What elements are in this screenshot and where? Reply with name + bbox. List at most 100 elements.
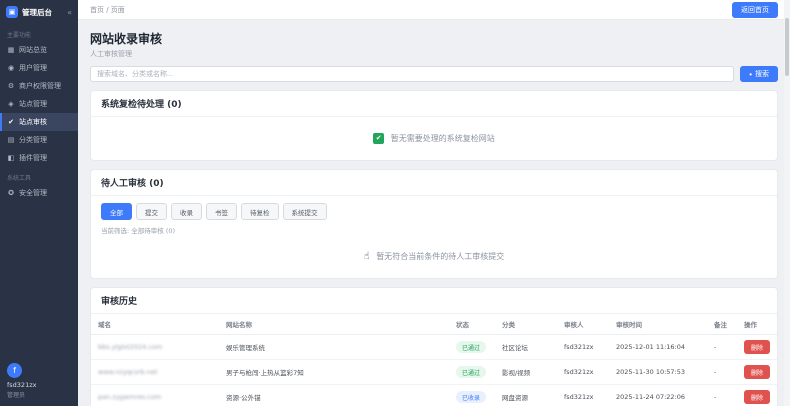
domain-cell: bbs.ylglxt2024.com xyxy=(91,335,219,360)
plugin-icon: ◧ xyxy=(7,154,15,162)
column-header: 审核人 xyxy=(557,314,609,335)
sidebar-item-users[interactable]: ◉ 用户管理 xyxy=(0,59,78,77)
sidebar-item-label: 分类管理 xyxy=(19,135,47,145)
search-input[interactable] xyxy=(90,66,734,82)
action-cell: 删除 xyxy=(737,360,777,385)
filter-note: 当前筛选: 全部待审核 (0) xyxy=(91,220,777,235)
column-header: 操作 xyxy=(737,314,777,335)
filter-tab[interactable]: 提交 xyxy=(136,203,167,220)
status-cell: 已通过 xyxy=(449,335,495,360)
sidebar-nav: 主要功能▦网站总览 ◉ 用户管理 ⚙ 商户权限管理 ◈ 站点管理 ✔站点审核 ▤ 分类管理 ◧插件管… xyxy=(0,24,78,356)
status-badge: 已收录 xyxy=(456,391,486,403)
review-time-cell: 2025-12-01 11:16:04 xyxy=(609,335,707,360)
site-name-cell: 娱乐管理系统 xyxy=(219,335,449,360)
filter-tab[interactable]: 全部 xyxy=(101,203,132,220)
status-cell: 已通过 xyxy=(449,360,495,385)
reviewer-cell: fsd321zx xyxy=(557,360,609,385)
sidebar-item-dashboard[interactable]: ▦网站总览 xyxy=(0,41,78,59)
delete-button[interactable]: 删除 xyxy=(744,365,770,379)
history-table-body: bbs.ylglxt2024.com娱乐管理系统已通过社区论坛fsd321zx2… xyxy=(91,335,777,406)
column-header: 备注 xyxy=(707,314,737,335)
category-cell: 影视/视频 xyxy=(495,360,557,385)
history-card-title: 审核历史 xyxy=(91,288,777,314)
delete-button[interactable]: 删除 xyxy=(744,390,770,404)
sidebar-item-label: 站点管理 xyxy=(19,99,47,109)
table-row: bbs.ylglxt2024.com娱乐管理系统已通过社区论坛fsd321zx2… xyxy=(91,335,777,360)
note-cell: - xyxy=(707,360,737,385)
review-time-cell: 2025-11-30 10:57:53 xyxy=(609,360,707,385)
manual-card-title: 待人工审核 (0) xyxy=(91,170,777,196)
action-cell: 删除 xyxy=(737,335,777,360)
user-role: 管理员 xyxy=(7,390,71,399)
permissions-icon: ⚙ xyxy=(7,82,15,90)
user-name: fsd321zx xyxy=(7,381,71,389)
sidebar-item-audit[interactable]: ✔站点审核 xyxy=(0,113,78,131)
sidebar-item-category[interactable]: ▤ 分类管理 xyxy=(0,131,78,149)
main-area: 首页 / 页面 返回首页 网站收录审核 人工审核管理 • 搜索 系统复检待处理 … xyxy=(78,0,790,406)
status-cell: 已收录 xyxy=(449,385,495,406)
filter-tab[interactable]: 书签 xyxy=(206,203,237,220)
check-icon: ✔ xyxy=(373,133,384,144)
app-window: ▣ 管理后台 « 主要功能▦网站总览 ◉ 用户管理 ⚙ 商户权限管理 ◈ 站点管理 ✔站点审核… xyxy=(0,0,790,406)
sidebar-item-label: 安全管理 xyxy=(19,188,47,198)
site-name-cell: 男子与枪闯·上热从篮彩7知 xyxy=(219,360,449,385)
manual-empty-state: ☝ 暂无符合当前条件的待人工审核提交 xyxy=(91,235,777,278)
site-name-cell: 资源·公外锚 xyxy=(219,385,449,406)
breadcrumb[interactable]: 首页 / 页面 xyxy=(90,5,125,15)
table-row: pan.zygwmres.com资源·公外锚已收录网盘资源fsd321zx202… xyxy=(91,385,777,406)
table-row: www.nzyqcsrb.net 男子与枪闯·上热从篮彩7知已通过影视/视频fsd… xyxy=(91,360,777,385)
recheck-card-title: 系统复检待处理 (0) xyxy=(91,91,777,117)
recheck-empty-text: 暂无需要处理的系统复检网站 xyxy=(391,134,495,143)
avatar: f xyxy=(7,363,22,378)
filter-tab[interactable]: 收录 xyxy=(171,203,202,220)
users-icon: ◉ xyxy=(7,64,15,72)
security-icon: ✪ xyxy=(7,189,15,197)
column-header: 审核时间 xyxy=(609,314,707,335)
history-table: 域名网站名称状态分类审核人审核时间备注操作 bbs.ylglxt2024.com… xyxy=(91,314,777,406)
topbar: 首页 / 页面 返回首页 xyxy=(78,0,790,20)
audit-icon: ✔ xyxy=(7,118,15,126)
search-button-label: 搜索 xyxy=(755,69,769,79)
manual-review-card: 待人工审核 (0) 全部提交收录书签待复检系统提交 当前筛选: 全部待审核 (0… xyxy=(90,169,778,279)
sidebar-item-label: 商户权限管理 xyxy=(19,81,61,91)
sidebar-item-permissions[interactable]: ⚙ 商户权限管理 xyxy=(0,77,78,95)
search-button[interactable]: • 搜索 xyxy=(740,66,778,82)
recheck-empty-state: ✔ 暂无需要处理的系统复检网站 xyxy=(91,117,777,160)
status-badge: 已通过 xyxy=(456,366,486,378)
filter-tab[interactable]: 系统提交 xyxy=(283,203,327,220)
scrollbar[interactable] xyxy=(784,0,790,406)
delete-button[interactable]: 删除 xyxy=(744,340,770,354)
review-time-cell: 2025-11-24 07:22:06 xyxy=(609,385,707,406)
reviewer-cell: fsd321zx xyxy=(557,335,609,360)
sidebar-user[interactable]: f fsd321zx 管理员 xyxy=(0,356,78,406)
action-cell: 删除 xyxy=(737,385,777,406)
sidebar-brand: ▣ 管理后台 « xyxy=(0,0,78,24)
filter-tab[interactable]: 待复检 xyxy=(241,203,279,220)
domain-link[interactable]: www.nzyqcsrb.net xyxy=(98,368,157,376)
column-header: 状态 xyxy=(449,314,495,335)
back-home-button[interactable]: 返回首页 xyxy=(732,2,778,18)
history-card: 审核历史 域名网站名称状态分类审核人审核时间备注操作 bbs.ylglxt202… xyxy=(90,287,778,406)
domain-link[interactable]: bbs.ylglxt2024.com xyxy=(98,343,162,351)
filter-tabs: 全部提交收录书签待复检系统提交 xyxy=(91,196,777,220)
domain-link[interactable]: pan.zygwmres.com xyxy=(98,393,161,401)
table-header-row: 域名网站名称状态分类审核人审核时间备注操作 xyxy=(91,314,777,335)
sidebar-item-plugin[interactable]: ◧插件管理 xyxy=(0,149,78,167)
manual-empty-text: 暂无符合当前条件的待人工审核提交 xyxy=(376,252,504,261)
search-icon: • xyxy=(749,70,752,79)
status-badge: 已通过 xyxy=(456,341,486,353)
column-header: 域名 xyxy=(91,314,219,335)
sites-icon: ◈ xyxy=(7,100,15,108)
scrollbar-thumb[interactable] xyxy=(785,18,789,76)
brand-title: 管理后台 xyxy=(22,7,52,18)
sidebar-collapse-icon[interactable]: « xyxy=(67,8,72,17)
sidebar-item-label: 用户管理 xyxy=(19,63,47,73)
category-icon: ▤ xyxy=(7,136,15,144)
search-bar: • 搜索 xyxy=(90,66,778,82)
sidebar-item-sites[interactable]: ◈ 站点管理 xyxy=(0,95,78,113)
sidebar-item-security[interactable]: ✪ 安全管理 xyxy=(0,184,78,202)
recheck-card: 系统复检待处理 (0) ✔ 暂无需要处理的系统复检网站 xyxy=(90,90,778,161)
hand-icon: ☝ xyxy=(364,251,370,262)
sidebar-section-label: 主要功能 xyxy=(0,24,78,41)
column-header: 分类 xyxy=(495,314,557,335)
